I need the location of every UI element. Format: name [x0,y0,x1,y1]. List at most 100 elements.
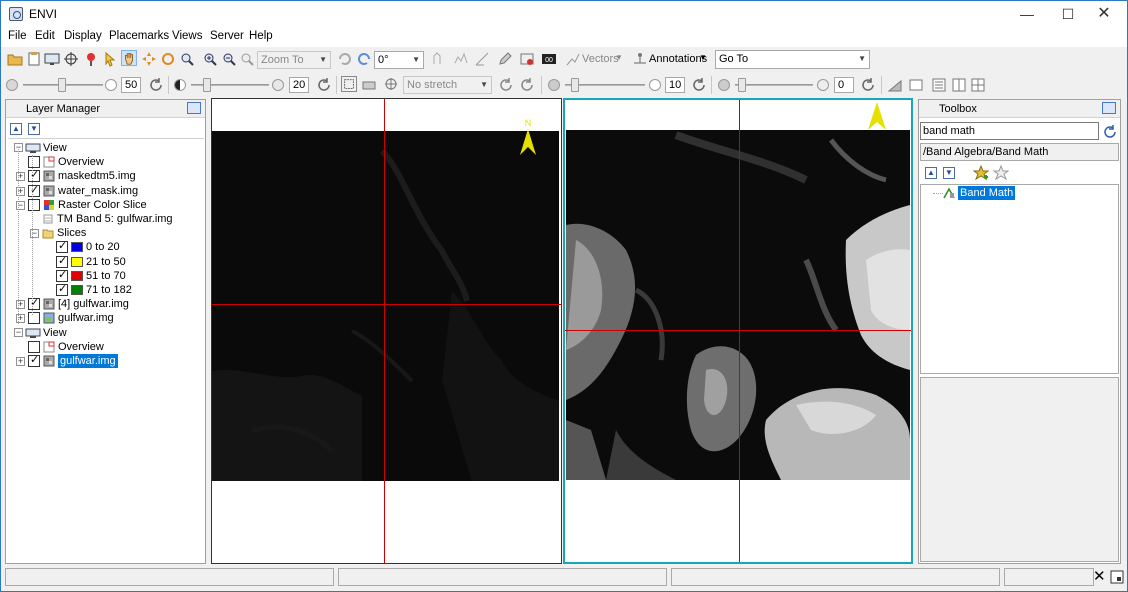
transparency-slider-thumb[interactable] [738,78,746,92]
layer-visibility-checkbox[interactable] [28,353,40,367]
rotate-right-icon[interactable] [356,51,372,67]
layer-label[interactable]: View [43,326,67,340]
layer-label[interactable]: TM Band 5: gulfwar.img [57,212,173,226]
layer-visibility-checkbox[interactable] [28,168,40,183]
measure-icon[interactable] [474,51,490,67]
layer-label[interactable]: maskedtm5.img [58,169,136,183]
layer-label[interactable]: 0 to 20 [86,240,120,254]
rotation-combo[interactable]: 0° ▼ [374,51,424,69]
profile-icon[interactable] [453,51,469,67]
layer-visibility-checkbox[interactable] [28,183,40,197]
collapse-all-icon[interactable]: ▲ [10,123,22,135]
layer-label[interactable]: Slices [57,226,86,240]
layer-label[interactable]: gulfwar.img [58,354,118,368]
display-monitor-icon[interactable] [44,51,60,67]
process-manager-icon[interactable] [1109,569,1125,585]
annotations-icon[interactable] [632,51,648,67]
sharpen-slider-thumb[interactable] [571,78,579,92]
placemark-pin-icon[interactable] [83,51,99,67]
view-2-image[interactable] [566,130,910,480]
open-folder-icon[interactable] [7,51,23,67]
layer-label[interactable]: 21 to 50 [86,255,126,269]
expander-icon[interactable]: + [16,357,25,366]
reset-transparency-icon[interactable] [860,77,876,93]
layer-label[interactable]: Overview [58,340,104,354]
layer-label[interactable]: 51 to 70 [86,269,126,283]
mask-tool-icon[interactable] [519,51,535,67]
menu-placemarks[interactable]: Placemarks [109,30,169,42]
reset-sharpen-icon[interactable] [691,77,707,93]
layer-tree-row[interactable]: +water_mask.img [8,183,202,198]
menu-help[interactable]: Help [249,30,273,42]
view-1[interactable]: N [211,98,562,564]
dock-icon[interactable] [1102,102,1116,114]
stretch-roi-icon[interactable] [341,76,357,92]
brightness-value[interactable]: 50 [121,77,141,93]
zoom-to-combo[interactable]: Zoom To ▼ [257,51,331,69]
zoom-out-icon[interactable] [221,51,237,67]
layer-tree-row[interactable]: − Raster Color Slice [8,198,202,212]
view-1-image[interactable] [212,131,559,481]
layer-label[interactable]: 71 to 182 [86,283,132,297]
layer-tree-row[interactable]: 0 to 20 [8,239,202,254]
layer-label[interactable]: [4] gulfwar.img [58,297,129,311]
rotate-icon[interactable] [160,51,176,67]
menu-views[interactable]: Views [172,30,202,42]
zoom-in-icon[interactable] [202,51,218,67]
pan-hand-icon[interactable] [121,50,137,66]
layer-label[interactable]: Overview [58,155,104,169]
cancel-process-icon[interactable]: ✕ [1093,567,1106,585]
toolbox-item-band-math[interactable]: Band Math [958,186,1016,200]
layer-tree-row[interactable]: − View [8,141,202,155]
stretch-options-icon[interactable] [519,77,535,93]
stretch-tool-icon[interactable] [431,51,447,67]
contrast-value[interactable]: 20 [289,77,309,93]
layer-tree-row[interactable]: 21 to 50 [8,254,202,269]
layer-tree-row[interactable]: Overview [8,340,202,354]
pencil-icon[interactable] [497,51,513,67]
zoom-full-icon[interactable] [239,51,255,67]
collapse-all-icon[interactable]: ▲ [925,167,937,179]
menu-file[interactable]: File [8,30,27,42]
layer-visibility-checkbox[interactable] [56,268,68,282]
menu-edit[interactable]: Edit [35,30,55,42]
crosshair-target-icon[interactable] [383,76,399,92]
transparency-slider[interactable] [735,84,813,86]
fly-icon[interactable] [141,51,157,67]
layer-label[interactable]: Raster Color Slice [58,198,147,212]
layout-single-icon[interactable] [931,77,947,93]
histogram-icon[interactable] [887,77,903,93]
layer-visibility-checkbox[interactable] [28,296,40,311]
layer-tree-row[interactable]: +[4] gulfwar.img [8,296,202,311]
expand-all-icon[interactable]: ▼ [28,123,40,135]
contrast-slider-thumb[interactable] [203,78,211,92]
layout-split-icon[interactable] [951,77,967,93]
go-to-combo[interactable]: Go To ▼ [715,50,870,69]
select-arrow-icon[interactable] [102,51,118,67]
minimize-button[interactable]: — [1004,1,1050,27]
layer-visibility-checkbox[interactable] [56,254,68,268]
layer-tree-row[interactable]: TM Band 5: gulfwar.img [8,212,202,226]
stretch-type-combo[interactable]: No stretch ▼ [403,76,492,94]
toolbox-search-input[interactable]: band math [920,122,1099,140]
chip-view-icon[interactable] [908,77,924,93]
menu-server[interactable]: Server [210,30,244,42]
layer-visibility-checkbox[interactable] [28,198,40,211]
layer-tree-row[interactable]: − Slices [8,226,202,240]
remove-favorite-icon[interactable] [993,165,1009,181]
rotate-left-icon[interactable] [337,51,353,67]
layer-tree-row[interactable]: 51 to 70 [8,268,202,283]
dock-icon[interactable] [187,102,201,114]
layer-visibility-checkbox[interactable] [56,282,68,296]
crosshair-tool-icon[interactable] [63,51,79,67]
view-2-active[interactable] [563,98,913,564]
layer-visibility-checkbox[interactable] [28,156,40,169]
expand-all-icon[interactable]: ▼ [943,167,955,179]
layer-label[interactable]: View [43,141,67,155]
brightness-slider-thumb[interactable] [58,78,66,92]
close-button[interactable]: ✕ [1081,1,1127,27]
layer-label[interactable]: water_mask.img [58,184,138,198]
reset-contrast-icon[interactable] [316,77,332,93]
layer-tree-row[interactable]: 71 to 182 [8,282,202,297]
refresh-icon[interactable] [1102,124,1118,140]
